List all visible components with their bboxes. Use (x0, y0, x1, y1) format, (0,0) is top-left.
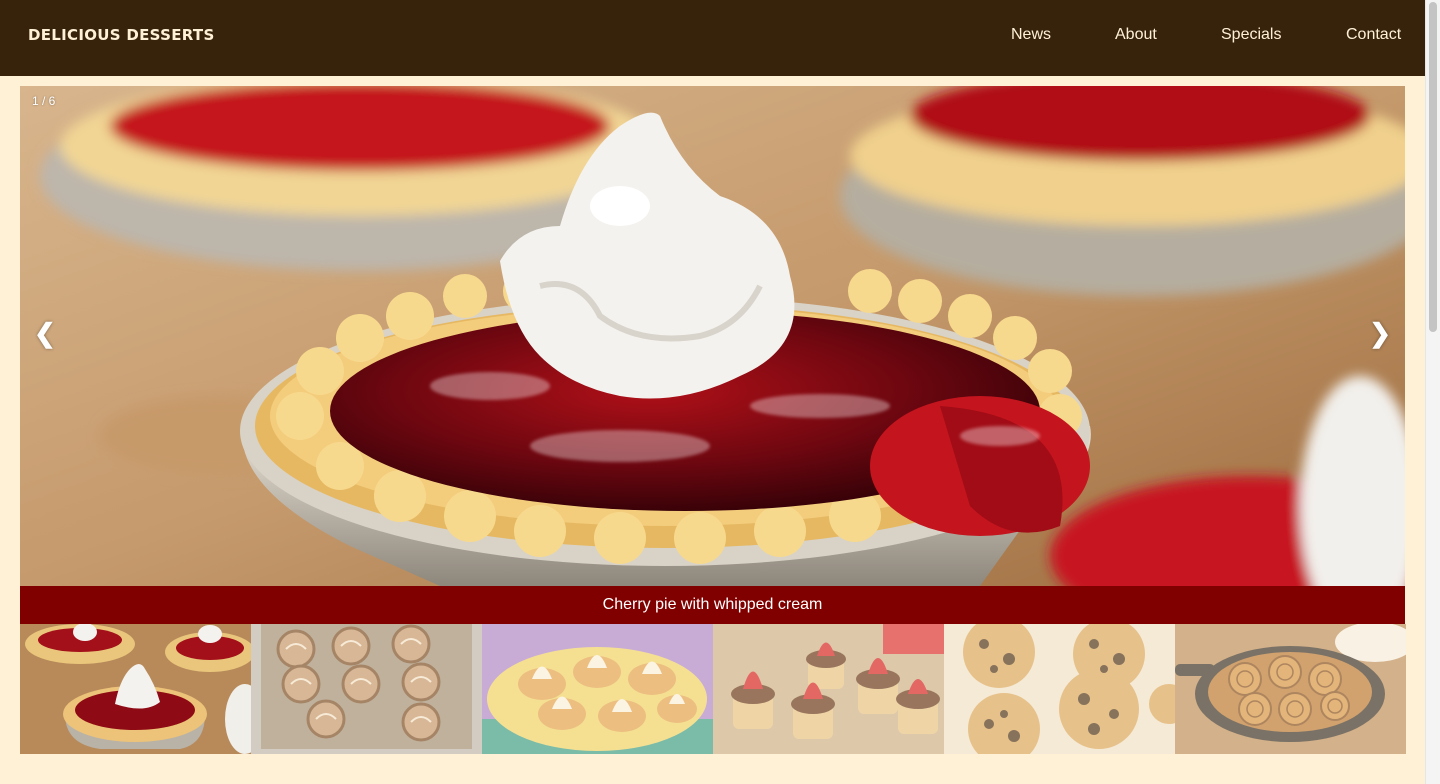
thumbnail-swirl-pastries[interactable] (251, 624, 482, 754)
thumbnail-cinnamon-rolls-in-skillet[interactable] (1175, 624, 1406, 754)
nav-link-specials[interactable]: Specials (1221, 26, 1281, 44)
prev-slide-arrow-icon[interactable]: ❮ (34, 318, 56, 349)
thumbnail-strawberry-chocolate-cupcakes[interactable] (713, 624, 944, 754)
thumbnail-cream-tarts[interactable] (482, 624, 713, 754)
thumbnail-chocolate-chip-cookies[interactable] (944, 624, 1175, 754)
slide-image-cherry-pie (20, 86, 1405, 586)
nav-link-contact[interactable]: Contact (1346, 26, 1401, 44)
thumbnail-strip (20, 624, 1406, 754)
scrollbar-thumb[interactable] (1429, 2, 1437, 332)
navbar: DELICIOUS DESSERTS News About Specials C… (0, 0, 1425, 76)
slideshow: 1 / 6 ❮ ❯ (20, 86, 1405, 586)
next-slide-arrow-icon[interactable]: ❯ (1369, 318, 1391, 349)
slide-caption: Cherry pie with whipped cream (20, 586, 1405, 624)
page-scrollbar[interactable] (1425, 0, 1440, 784)
site-logo[interactable]: DELICIOUS DESSERTS (28, 26, 215, 44)
thumbnail-cherry-pies[interactable] (20, 624, 251, 754)
nav-link-news[interactable]: News (1011, 26, 1051, 44)
slide-counter: 1 / 6 (32, 94, 56, 108)
nav-link-about[interactable]: About (1115, 26, 1157, 44)
